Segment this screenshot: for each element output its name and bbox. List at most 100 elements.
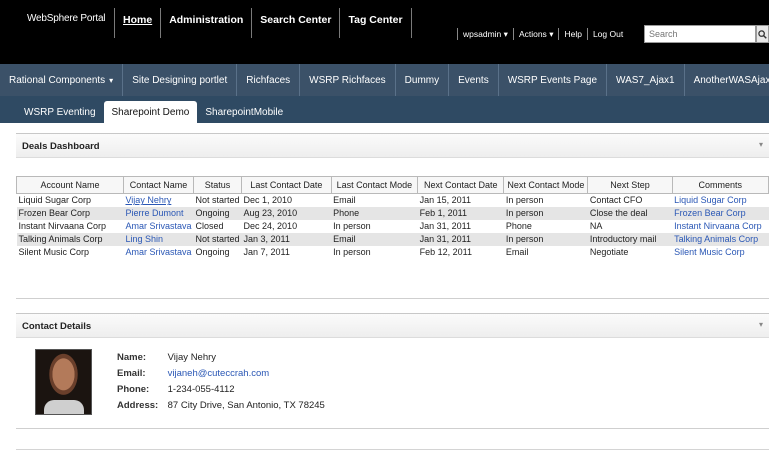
- name-label: Name:: [117, 352, 147, 363]
- nav-wsrp-events-page[interactable]: WSRP Events Page: [499, 64, 608, 96]
- cell-account: Talking Animals Corp: [16, 232, 124, 246]
- cell-status: Ongoing: [193, 206, 242, 220]
- portlet-title: Contact Details: [22, 321, 92, 332]
- search-icon[interactable]: [756, 25, 769, 43]
- top-nav-administration[interactable]: Administration: [161, 8, 253, 38]
- cell-contact-link[interactable]: Pierre Dumont: [123, 206, 194, 220]
- search-input[interactable]: [644, 25, 756, 43]
- tab-sharepoint-mobile[interactable]: SharepointMobile: [197, 101, 291, 123]
- cell-next-date: Jan 15, 2011: [419, 195, 471, 206]
- column-header[interactable]: Status: [192, 176, 243, 194]
- cell-next-mode: In person: [503, 232, 588, 246]
- column-header[interactable]: Last Contact Mode: [330, 176, 419, 194]
- utility-links: wpsadmin ▾ Actions ▾ Help Log Out: [457, 24, 628, 44]
- cell-next-step: Introductory mail: [587, 232, 673, 246]
- cell-last-mode: Phone: [331, 206, 418, 220]
- top-nav-tag-center[interactable]: Tag Center: [340, 8, 412, 38]
- tab-sharepoint-demo[interactable]: Sharepoint Demo: [103, 101, 198, 123]
- cell-account: Frozen Bear Corp: [16, 206, 124, 220]
- contact-email-row: Email: vijaneh@cuteccrah.com: [117, 368, 269, 379]
- nav-dummy[interactable]: Dummy: [396, 64, 450, 96]
- cell-contact-link[interactable]: Amar Srivastava: [123, 220, 193, 233]
- nav-rational-components[interactable]: Rational Components ▾: [0, 64, 124, 96]
- cell-last-mode: In person: [333, 221, 371, 231]
- nav-site-designing-portlet[interactable]: Site Designing portlet: [123, 64, 238, 96]
- cell-contact-link[interactable]: Amar Srivastava: [123, 246, 193, 259]
- column-header[interactable]: Next Contact Date: [417, 176, 505, 194]
- email-label: Email:: [117, 368, 146, 379]
- column-header[interactable]: Next Step: [587, 176, 673, 194]
- cell-next-step: NA: [589, 221, 603, 231]
- cell-next-mode: In person: [505, 195, 544, 206]
- top-navigation: Home Administration Search Center Tag Ce…: [114, 8, 412, 38]
- table-row[interactable]: Instant Nirvaana Corp Amar Srivastava Cl…: [17, 220, 769, 233]
- chevron-down-icon: ▾: [109, 75, 114, 85]
- cell-comments-link[interactable]: Frozen Bear Corp: [672, 206, 769, 220]
- logout-link[interactable]: Log Out: [588, 28, 628, 40]
- help-link[interactable]: Help: [559, 28, 588, 40]
- tab-wsrp-eventing[interactable]: WSRP Eventing: [16, 101, 104, 123]
- table-row[interactable]: Talking Animals Corp Ling Shin Not start…: [16, 232, 769, 246]
- nav-events[interactable]: Events: [449, 64, 499, 96]
- nav-another-was-ajax[interactable]: AnotherWASAjax: [685, 64, 769, 96]
- user-menu[interactable]: wpsadmin ▾: [457, 28, 514, 40]
- secondary-navigation: Rational Components ▾ Site Designing port…: [0, 64, 769, 96]
- cell-next-date: Feb 12, 2011: [419, 247, 472, 257]
- contact-phone-row: Phone: 1-234-055-4112: [117, 384, 235, 395]
- contact-email-link[interactable]: vijaneh@cuteccrah.com: [168, 368, 270, 379]
- actions-menu[interactable]: Actions ▾: [514, 28, 560, 40]
- contact-address: 87 City Drive, San Antonio, TX 78245: [167, 400, 325, 411]
- portlet-menu-icon[interactable]: ▾: [759, 140, 763, 149]
- nav-richfaces[interactable]: Richfaces: [237, 64, 301, 96]
- nav-was7-ajax1[interactable]: WAS7_Ajax1: [607, 64, 685, 96]
- cell-account: Instant Nirvaana Corp: [18, 221, 107, 231]
- cell-last-date: Aug 23, 2010: [241, 206, 332, 220]
- cell-next-date: Feb 1, 2011: [417, 206, 504, 220]
- portlet-title: Deals Dashboard: [22, 141, 100, 152]
- cell-next-step: Close the deal: [587, 206, 673, 220]
- contact-name-row: Name: Vijay Nehry: [117, 352, 216, 363]
- column-header[interactable]: Account Name: [16, 176, 124, 194]
- column-header[interactable]: Last Contact Date: [241, 176, 332, 194]
- column-header[interactable]: Comments: [671, 176, 769, 194]
- top-nav-home[interactable]: Home: [114, 8, 162, 38]
- cell-last-date: Jan 3, 2011: [241, 232, 332, 246]
- cell-last-mode: Email: [331, 232, 418, 246]
- portlet-menu-icon[interactable]: ▾: [759, 320, 763, 329]
- column-header[interactable]: Next Contact Mode: [503, 176, 589, 194]
- contact-photo: [35, 349, 92, 415]
- nav-wsrp-richfaces[interactable]: WSRP Richfaces: [300, 64, 396, 96]
- contact-name: Vijay Nehry: [167, 352, 217, 363]
- contact-phone: 1-234-055-4112: [167, 384, 235, 395]
- cell-status: Not started: [195, 195, 240, 206]
- top-banner: WebSphere Portal Home Administration Sea…: [0, 0, 769, 64]
- cell-next-date: Jan 31, 2011: [419, 221, 471, 231]
- cell-last-mode: In person: [333, 247, 371, 257]
- chevron-down-icon: ▾: [549, 29, 554, 39]
- cell-last-date: Dec 1, 2010: [243, 195, 293, 206]
- table-row[interactable]: Silent Music Corp Amar Srivastava Ongoin…: [17, 246, 769, 259]
- cell-next-step: Negotiate: [589, 247, 629, 257]
- cell-comments-link[interactable]: Silent Music Corp: [672, 246, 768, 259]
- cell-next-mode: Email: [505, 247, 529, 257]
- cell-comments-link[interactable]: Liquid Sugar Corp: [672, 194, 768, 207]
- cell-next-date: Jan 31, 2011: [417, 232, 504, 246]
- cell-comments-link[interactable]: Instant Nirvaana Corp: [672, 220, 768, 233]
- cell-account: Silent Music Corp: [18, 247, 90, 257]
- chevron-down-icon: ▾: [503, 29, 508, 39]
- cell-contact-link[interactable]: Ling Shin: [123, 232, 194, 246]
- cell-next-mode: Phone: [505, 221, 532, 231]
- deals-dashboard-portlet: Deals Dashboard ▾ Account Name Contact N…: [16, 133, 769, 299]
- cell-comments-link[interactable]: Talking Animals Corp: [672, 232, 769, 246]
- cell-status: Ongoing: [195, 247, 230, 257]
- top-nav-search-center[interactable]: Search Center: [252, 8, 341, 38]
- column-header[interactable]: Contact Name: [122, 176, 195, 194]
- table-row[interactable]: Frozen Bear Corp Pierre Dumont Ongoing A…: [16, 206, 769, 220]
- phone-label: Phone:: [117, 384, 150, 395]
- cell-last-mode: Email: [333, 195, 356, 206]
- cell-next-step: Contact CFO: [589, 195, 643, 206]
- contact-details-portlet: Contact Details ▾ Name: Vijay Nehry Emai…: [16, 313, 769, 429]
- table-row[interactable]: Liquid Sugar Corp Vijay Nehry Not starte…: [17, 194, 769, 207]
- cell-last-date: Jan 7, 2011: [243, 247, 290, 257]
- cell-contact-link[interactable]: Vijay Nehry: [123, 194, 193, 207]
